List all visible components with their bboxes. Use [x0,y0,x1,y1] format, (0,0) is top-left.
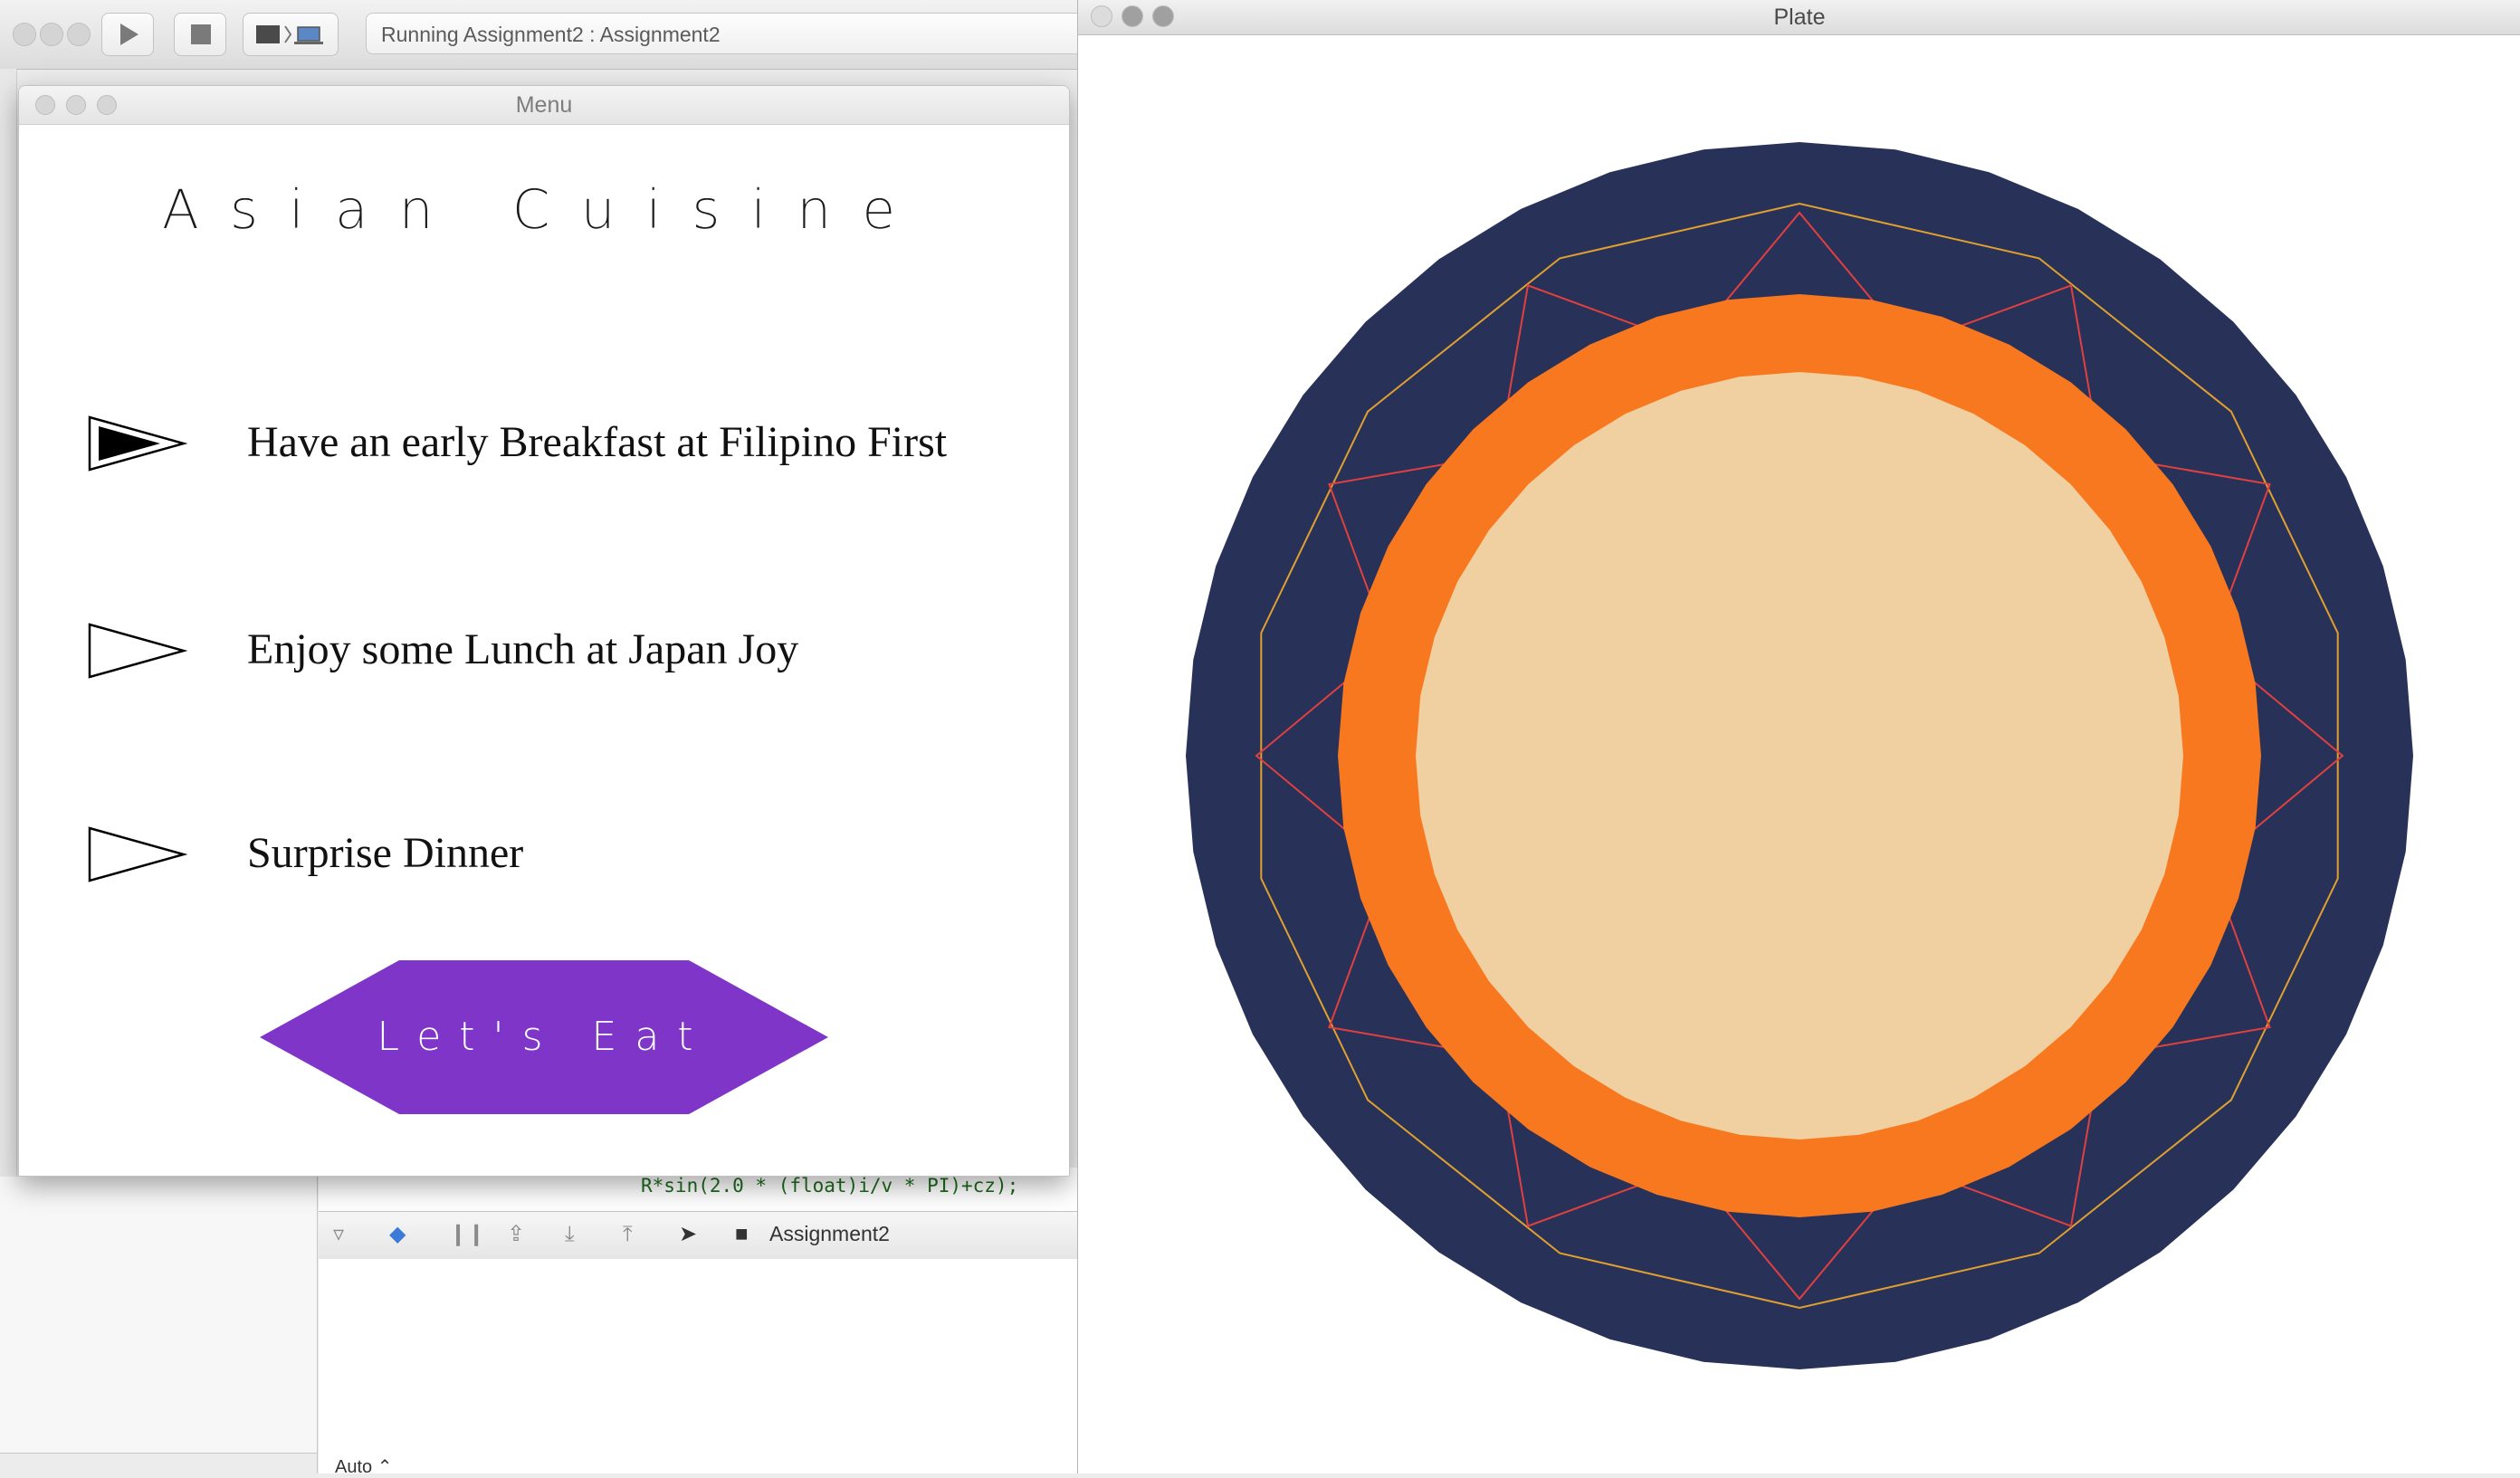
target-icon: ■ [735,1222,749,1246]
menu-window-title: Menu [515,92,573,118]
plate-window: Plate [1077,0,2520,1473]
debug-bar [319,1211,1077,1260]
menu-heading: Asian Cuisine [161,178,927,243]
xcode-zoom-button[interactable] [67,23,91,46]
lets-eat-label: Let's Eat [377,1014,711,1060]
option-label: Have an early Breakfast at Filipino Firs… [247,418,948,466]
play-icon [120,24,138,45]
scheme-selector[interactable] [243,13,339,56]
navigator-panel [0,1177,318,1473]
activity-status: Running Assignment2 : Assignment2 [366,13,1090,54]
xcode-toolbar: Running Assignment2 : Assignment2 [0,0,1090,70]
menu-titlebar: Menu [19,86,1069,125]
option-label: Enjoy some Lunch at Japan Joy [247,625,799,673]
navigator-filter-bar [0,1453,317,1474]
breakpoints-icon[interactable]: ◆ [389,1222,406,1247]
xcode-close-button[interactable] [13,23,36,46]
pause-icon[interactable]: ❙❙ [449,1222,485,1247]
plate-titlebar: Plate [1078,0,2520,35]
console-mode-select[interactable]: Auto ⌃ [335,1455,392,1478]
arrow-icon [88,826,187,882]
hide-debug-icon[interactable]: ▿ [333,1222,344,1247]
plate-canvas [1186,142,2413,1369]
scheme-target-icon [256,25,323,44]
stop-icon [191,24,211,44]
stop-button[interactable] [174,13,226,56]
step-into-icon[interactable]: ⤓ [565,1222,575,1247]
plate-window-title: Plate [1773,5,1826,30]
arrow-icon [88,623,187,679]
code-line: R*sin(2.0 * (float)i/v * PI)+cz); [641,1175,1019,1197]
plate-center [1416,372,2183,1139]
menu-window: Menu Asian Cuisine Have an early Breakfa… [18,85,1070,1177]
xcode-minimize-button[interactable] [40,23,63,46]
lets-eat-button[interactable]: Let's Eat [260,960,828,1114]
step-out-icon[interactable]: ⤒ [623,1222,633,1247]
step-over-icon[interactable]: ⇪ [507,1222,525,1247]
debug-console[interactable] [319,1259,1077,1473]
option-label: Surprise Dinner [247,829,524,877]
location-icon[interactable]: ➤ [679,1222,697,1247]
debug-target-label: Assignment2 [769,1222,890,1245]
selected-arrow-icon [88,415,187,472]
run-button[interactable] [101,13,154,56]
